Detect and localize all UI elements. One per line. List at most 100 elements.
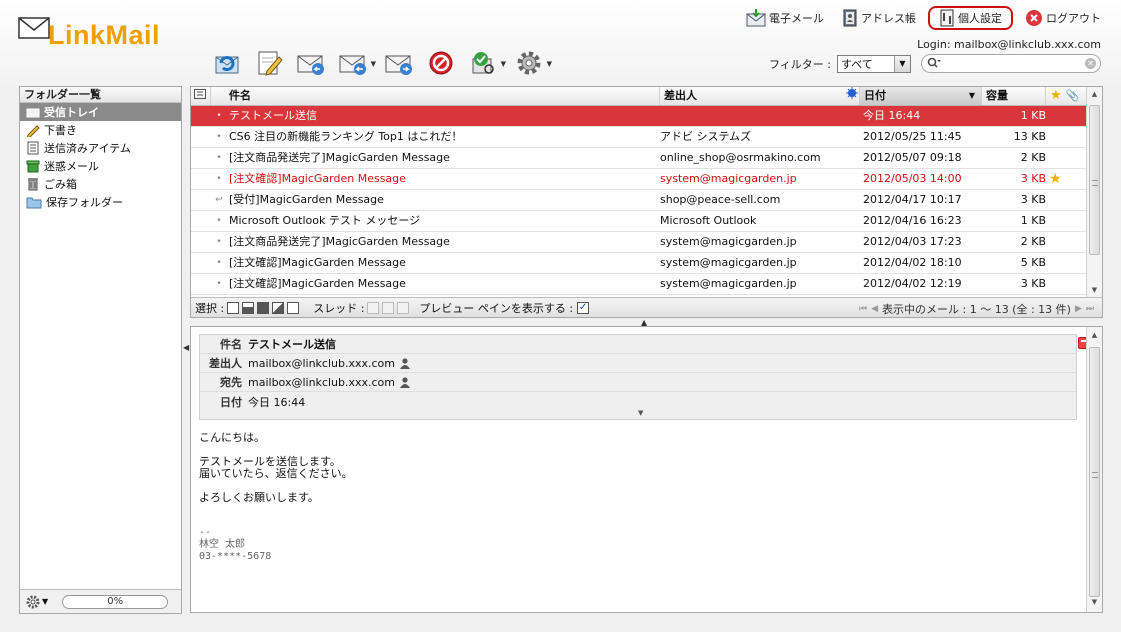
row-from: shop@peace-sell.com xyxy=(660,193,781,206)
row-subject: [注文確認]MagicGarden Message xyxy=(229,256,406,269)
star-icon[interactable]: ★ xyxy=(1049,169,1065,189)
drafts-icon xyxy=(26,125,40,137)
nav-email[interactable]: 電子メール xyxy=(740,6,830,30)
chevron-down-icon: ▼ xyxy=(894,55,910,72)
column-date[interactable]: 日付 ▼ xyxy=(860,87,982,105)
row-date: 2012/04/02 18:10 xyxy=(863,256,962,269)
mark-button[interactable]: ▼ xyxy=(468,48,506,78)
preview-pane-label: プレビュー ペインを表示する : xyxy=(419,301,574,315)
select-current-page-icon[interactable] xyxy=(242,301,255,314)
thread-column-icon[interactable] xyxy=(191,87,211,105)
add-contact-icon[interactable] xyxy=(399,376,410,388)
next-page-icon[interactable]: ▶ xyxy=(1075,304,1082,314)
folder-sent[interactable]: 送信済みアイテム xyxy=(20,139,181,157)
table-row[interactable]: • [注文確認]MagicGarden Message system@magic… xyxy=(191,169,1087,190)
scroll-up-icon[interactable]: ▲ xyxy=(1087,90,1102,102)
message-list-scrollbar[interactable]: ▲ ▼ xyxy=(1086,87,1102,298)
nav-personal-settings[interactable]: 個人設定 xyxy=(928,6,1013,30)
table-row[interactable]: • [注文確認]MagicGarden Message system@magic… xyxy=(191,274,1087,295)
row-size: 3 KB xyxy=(1020,172,1046,185)
junk-icon xyxy=(26,160,40,173)
prev-page-icon[interactable]: ◀ xyxy=(871,304,878,314)
preview-from: mailbox@linkclub.xxx.com xyxy=(248,356,395,370)
add-contact-icon[interactable] xyxy=(399,357,410,369)
delete-icon xyxy=(429,51,453,75)
row-date: 2012/04/03 17:23 xyxy=(863,235,962,248)
thread-collapse-icon[interactable] xyxy=(382,301,395,314)
delete-button[interactable] xyxy=(426,48,456,78)
folder-label: 送信済みアイテム xyxy=(44,142,131,155)
folder-trash[interactable]: ごみ箱 xyxy=(20,175,181,193)
filter-select[interactable]: すべて ▼ xyxy=(837,54,911,73)
last-page-icon[interactable]: ⏭ xyxy=(1086,304,1094,314)
chevron-down-icon: ▼ xyxy=(546,60,552,68)
header-from-row: 差出人 mailbox@linkclub.xxx.com xyxy=(200,354,1076,373)
table-row[interactable]: • Microsoft Outlook テスト メッセージ Microsoft … xyxy=(191,211,1087,232)
compose-icon xyxy=(258,51,283,76)
pager-text: 表示中のメール : 1 〜 13 (全 : 13 件) xyxy=(882,303,1071,316)
clear-search-icon[interactable]: ✕ xyxy=(1085,58,1096,69)
folder-saved[interactable]: 保存フォルダー xyxy=(20,193,181,211)
folder-inbox[interactable]: 受信トレイ xyxy=(20,103,181,121)
collapse-sidebar-icon[interactable]: ◀ xyxy=(183,343,189,352)
folder-drafts[interactable]: 下書き xyxy=(20,121,181,139)
thread-label: スレッド : xyxy=(313,301,365,315)
folder-label: 下書き xyxy=(44,124,77,137)
login-info: Login: mailbox@linkclub.xxx.com xyxy=(917,38,1101,51)
table-row[interactable]: • [注文確認]MagicGarden Message system@magic… xyxy=(191,253,1087,274)
scrollbar-thumb[interactable] xyxy=(1089,105,1100,255)
logout-icon xyxy=(1026,10,1042,26)
expand-headers-icon[interactable]: ▼ xyxy=(638,409,643,417)
row-size: 3 KB xyxy=(1020,277,1046,290)
attachment-column-icon[interactable]: 📎 xyxy=(1066,89,1080,102)
row-subject: [注文商品発送完了]MagicGarden Message xyxy=(229,235,450,248)
row-date: 2012/04/02 12:19 xyxy=(863,277,962,290)
settings-button[interactable]: ▼ xyxy=(514,48,552,78)
row-subject: [受付]MagicGarden Message xyxy=(229,193,384,206)
reply-button[interactable] xyxy=(296,48,326,78)
row-date: 2012/05/25 11:45 xyxy=(863,130,962,143)
scroll-up-icon[interactable]: ▲ xyxy=(1087,331,1102,343)
reply-all-button[interactable]: ▼ xyxy=(338,48,376,78)
table-row[interactable]: • [注文商品発送完了]MagicGarden Message online_s… xyxy=(191,148,1087,169)
preview-scrollbar[interactable]: ▲ ▼ xyxy=(1086,327,1102,612)
personal-settings-icon xyxy=(940,9,954,27)
select-all-icon[interactable] xyxy=(227,301,240,314)
column-subject[interactable]: 件名 xyxy=(211,87,660,105)
star-column-icon[interactable]: ★ xyxy=(1050,88,1062,103)
check-mail-button[interactable] xyxy=(212,48,242,78)
list-options-icon xyxy=(194,89,206,99)
folder-sidebar: フォルダー一覧 受信トレイ 下書き 送信済みアイテム 迷惑メール ごみ箱 保存フ… xyxy=(19,86,182,614)
scroll-down-icon[interactable]: ▼ xyxy=(1087,598,1102,610)
forward-button[interactable] xyxy=(384,48,414,78)
column-size[interactable]: 容量 xyxy=(982,87,1046,105)
replied-icon: ↩ xyxy=(215,195,223,205)
select-none-icon[interactable] xyxy=(287,301,300,314)
table-row[interactable]: • CS6 注目の新機能ランキング Top1 はこれだ！ アドビ システムズ 2… xyxy=(191,127,1087,148)
first-page-icon[interactable]: ⏮ xyxy=(859,304,867,314)
select-unread-icon[interactable] xyxy=(257,301,270,314)
folder-settings-button[interactable]: ▼ xyxy=(26,595,48,609)
preview-pane: 件名 テストメール送信 差出人 mailbox@linkclub.xxx.com… xyxy=(190,326,1103,613)
thread-expand-icon[interactable] xyxy=(367,301,380,314)
message-rows: • テストメール送信 今日 16:44 1 KB • CS6 注目の新機能ランキ… xyxy=(191,106,1087,295)
invert-selection-icon[interactable] xyxy=(272,301,285,314)
nav-address-book[interactable]: アドレス帳 xyxy=(836,6,922,30)
thread-unread-icon[interactable] xyxy=(397,301,410,314)
column-from[interactable]: 差出人 xyxy=(660,87,860,105)
mail-download-icon xyxy=(746,9,766,27)
table-row[interactable]: • [注文商品発送完了]MagicGarden Message system@m… xyxy=(191,232,1087,253)
row-date: 2012/04/17 10:17 xyxy=(863,193,962,206)
folder-junk[interactable]: 迷惑メール xyxy=(20,157,181,175)
compose-button[interactable] xyxy=(254,48,284,78)
to-label: 宛先 xyxy=(220,376,242,389)
table-row[interactable]: ↩ [受付]MagicGarden Message shop@peace-sel… xyxy=(191,190,1087,211)
search-icon xyxy=(927,57,941,68)
table-row[interactable]: • テストメール送信 今日 16:44 1 KB xyxy=(191,106,1087,127)
header-subject-row: 件名 テストメール送信 xyxy=(200,335,1076,354)
nav-logout[interactable]: ログアウト xyxy=(1019,6,1107,30)
scrollbar-thumb[interactable] xyxy=(1089,347,1100,597)
search-input[interactable]: ✕ xyxy=(921,54,1101,73)
preview-date: 今日 16:44 xyxy=(248,395,306,409)
preview-pane-checkbox[interactable]: ✓ xyxy=(577,301,590,314)
